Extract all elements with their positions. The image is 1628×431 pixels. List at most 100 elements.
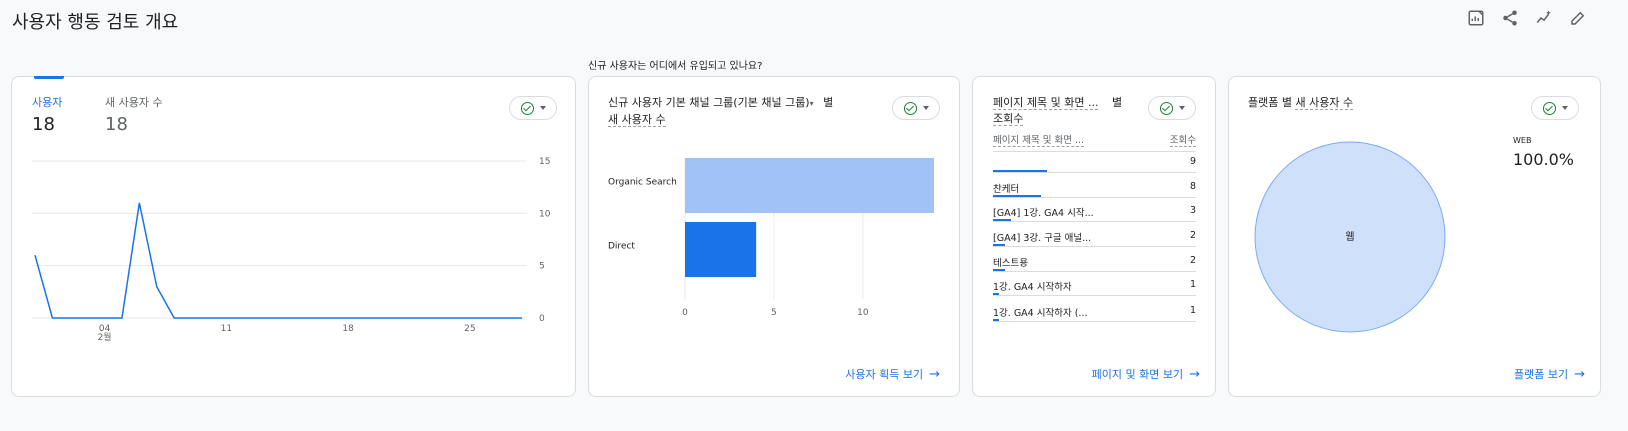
row-label: 1강. GA4 시작하자 (... bbox=[993, 308, 1088, 319]
tab-users-label: 사용자 bbox=[32, 96, 63, 109]
active-tab-indicator bbox=[34, 76, 64, 79]
legend-value: 100.0% bbox=[1513, 150, 1575, 169]
row-value: 1 bbox=[1189, 305, 1196, 316]
row-value: 9 bbox=[1189, 156, 1196, 167]
table-header: 페이지 제목 및 화면 ... 조회수 bbox=[993, 132, 1196, 152]
channel-card: 신규 사용자 기본 채널 그룹(기본 채널 그룹)▾ 별 새 사용자 수 0 5 1… bbox=[588, 76, 960, 397]
category-label: Organic Search bbox=[608, 178, 677, 188]
share-icon[interactable] bbox=[1500, 8, 1520, 28]
x-tick-label: 10 bbox=[857, 308, 869, 318]
table-row[interactable]: 찬케터 8 bbox=[993, 181, 1196, 205]
row-value: 1 bbox=[1189, 279, 1196, 290]
row-divider bbox=[993, 295, 1196, 296]
arrow-right-icon: → bbox=[1574, 366, 1585, 382]
chevron-down-icon bbox=[1561, 106, 1568, 110]
y-tick-label: 5 bbox=[539, 262, 545, 272]
row-value: 2 bbox=[1189, 255, 1196, 266]
card2-metric: 새 사용자 수 bbox=[608, 113, 666, 127]
card2-dropdown-icon[interactable]: ▾ bbox=[810, 99, 814, 108]
section-question: 신규 사용자는 어디에서 유입되고 있나요? bbox=[588, 61, 763, 72]
arrow-right-icon: → bbox=[1189, 366, 1200, 382]
chevron-down-icon bbox=[539, 106, 546, 110]
category-label: Direct bbox=[608, 242, 635, 252]
card1-compare-button[interactable] bbox=[509, 96, 557, 120]
row-value: 3 bbox=[1189, 205, 1196, 216]
table-row[interactable]: [GA4] 1강. GA4 시작... 3 bbox=[993, 205, 1196, 229]
platform-link-label: 플랫폼 보기 bbox=[1513, 368, 1569, 381]
channel-bar-chart: 0 5 10 Organic Search Direct bbox=[608, 158, 934, 318]
y-tick-label: 10 bbox=[539, 209, 551, 219]
col-metric-header: 조회수 bbox=[1169, 132, 1196, 147]
col-dimension-header: 페이지 제목 및 화면 ... bbox=[993, 132, 1085, 147]
page-views-card: 페이지 제목 및 화면 ... 별 조회수 페이지 제목 및 화면 ... 조회… bbox=[972, 76, 1216, 397]
card3-compare-button[interactable] bbox=[1148, 96, 1196, 120]
users-trend-card: 사용자 18 새 사용자 수 18 15 10 5 0 04 11 18 25 2월 bbox=[11, 76, 576, 397]
chevron-down-icon bbox=[1178, 106, 1185, 110]
row-label: 찬케터 bbox=[993, 184, 1020, 195]
insights-icon[interactable] bbox=[1534, 8, 1554, 28]
tab-new-users-value: 18 bbox=[105, 114, 128, 135]
check-circle-icon bbox=[1159, 101, 1173, 115]
table-row[interactable]: 9 bbox=[993, 156, 1196, 180]
card4-title: 플랫폼 별 새 사용자 수 bbox=[1248, 95, 1354, 111]
row-divider bbox=[993, 197, 1196, 198]
tab-new-users[interactable]: 새 사용자 수 18 bbox=[105, 94, 163, 135]
card2-title-suffix: 별 bbox=[823, 96, 834, 109]
card3-title-suffix: 별 bbox=[1111, 96, 1123, 109]
check-circle-icon bbox=[520, 101, 534, 115]
row-value: 8 bbox=[1189, 181, 1196, 192]
bar bbox=[685, 158, 934, 213]
row-label: [GA4] 3강. 구글 애널... bbox=[993, 233, 1092, 244]
bar bbox=[685, 222, 757, 277]
tab-users-value: 18 bbox=[32, 114, 55, 135]
row-label: 테스트용 bbox=[993, 258, 1028, 269]
legend-label: WEB bbox=[1513, 136, 1532, 145]
x-month-label: 2월 bbox=[98, 331, 112, 343]
card4-compare-button[interactable] bbox=[1531, 96, 1579, 120]
y-tick-label: 15 bbox=[539, 157, 550, 167]
card2-compare-button[interactable] bbox=[892, 96, 940, 120]
series-line bbox=[34, 202, 522, 319]
page-title: 사용자 행동 검토 개요 bbox=[12, 12, 179, 33]
x-tick-label: 25 bbox=[464, 324, 475, 334]
x-tick-label: 11 bbox=[221, 324, 232, 334]
row-divider bbox=[993, 221, 1196, 222]
table-row[interactable]: 1강. GA4 시작하자 1 bbox=[993, 279, 1196, 303]
chevron-down-icon bbox=[922, 106, 929, 110]
top-actions bbox=[1466, 8, 1588, 28]
card3-title: 페이지 제목 및 화면 ... 별 조회수 bbox=[993, 95, 1133, 127]
row-divider bbox=[993, 321, 1196, 322]
row-divider bbox=[993, 246, 1196, 247]
customize-report-icon[interactable] bbox=[1466, 8, 1486, 28]
check-circle-icon bbox=[903, 101, 917, 115]
pages-screens-link[interactable]: 페이지 및 화면 보기 → bbox=[1092, 366, 1200, 382]
arrow-right-icon: → bbox=[929, 366, 940, 382]
row-divider bbox=[993, 172, 1196, 173]
table-row[interactable]: [GA4] 3강. 구글 애널... 2 bbox=[993, 230, 1196, 254]
header-divider bbox=[993, 151, 1196, 152]
user-acquisition-link[interactable]: 사용자 획득 보기 → bbox=[845, 366, 940, 382]
edit-icon[interactable] bbox=[1568, 8, 1588, 28]
card2-title-text: 신규 사용자 기본 채널 그룹(기본 채널 그룹) bbox=[608, 96, 810, 109]
user-acquisition-link-label: 사용자 획득 보기 bbox=[845, 368, 924, 381]
tab-new-users-label: 새 사용자 수 bbox=[105, 96, 163, 109]
tab-users[interactable]: 사용자 18 bbox=[32, 94, 62, 135]
platform-pie-chart: 웹 bbox=[1254, 141, 1446, 333]
row-label: 1강. GA4 시작하자 bbox=[993, 282, 1072, 293]
table-row[interactable]: 테스트용 2 bbox=[993, 255, 1196, 279]
users-line-chart: 15105004 11 18 252월 bbox=[32, 157, 551, 343]
platform-card: 플랫폼 별 새 사용자 수 WEB 100.0% 웹 플랫폼 보기 → bbox=[1228, 76, 1601, 397]
check-circle-icon bbox=[1542, 101, 1556, 115]
pages-screens-link-label: 페이지 및 화면 보기 bbox=[1091, 368, 1184, 381]
card3-title-text: 페이지 제목 및 화면 ... bbox=[993, 96, 1099, 110]
card4-title-text: 플랫폼 별 bbox=[1248, 96, 1292, 109]
platform-link[interactable]: 플랫폼 보기 → bbox=[1514, 366, 1585, 382]
row-label: [GA4] 1강. GA4 시작... bbox=[993, 208, 1094, 219]
x-tick-label: 0 bbox=[682, 308, 688, 318]
card3-metric: 조회수 bbox=[993, 112, 1024, 126]
table-row[interactable]: 1강. GA4 시작하자 (... 1 bbox=[993, 305, 1196, 329]
x-tick-label: 5 bbox=[771, 308, 777, 318]
row-value: 2 bbox=[1189, 230, 1196, 241]
card2-title: 신규 사용자 기본 채널 그룹(기본 채널 그룹)▾ 별 새 사용자 수 bbox=[608, 95, 848, 128]
pie-slice-label: 웹 bbox=[1345, 231, 1354, 243]
